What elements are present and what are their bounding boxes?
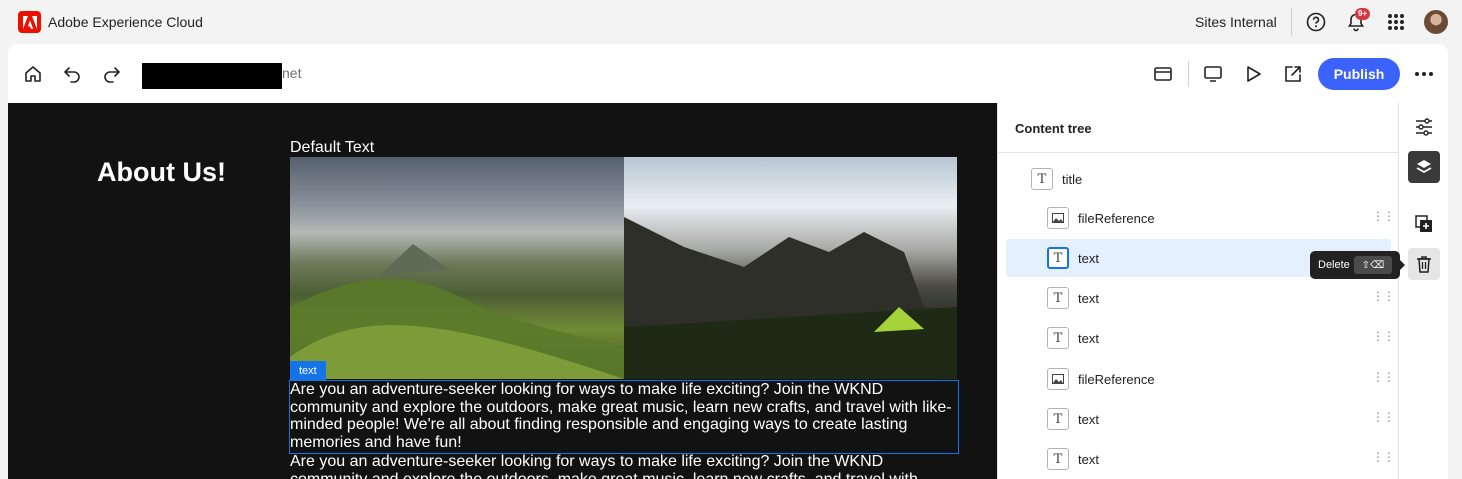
tree-item-filereference[interactable]: fileReference ⋮⋮ bbox=[1006, 360, 1395, 398]
drag-handle-icon[interactable]: ⋮⋮ bbox=[1372, 329, 1395, 343]
shell-bar: Adobe Experience Cloud Sites Internal 9+ bbox=[0, 0, 1462, 44]
text-icon: T bbox=[1047, 327, 1069, 349]
content-tree-layers-icon[interactable] bbox=[1408, 151, 1440, 183]
tree-item-title[interactable]: T title bbox=[1006, 160, 1391, 198]
text-icon: T bbox=[1047, 448, 1069, 470]
tree-item-label: text bbox=[1078, 291, 1099, 306]
tree-item-label: title bbox=[1062, 172, 1083, 187]
tree-item-label: text bbox=[1078, 412, 1099, 427]
editor-window: net Publish About Us! Default Text text … bbox=[8, 44, 1448, 479]
user-avatar[interactable] bbox=[1424, 10, 1448, 34]
editor-toolbar: net Publish bbox=[8, 44, 1448, 103]
properties-sliders-icon[interactable] bbox=[1408, 111, 1440, 143]
text-icon: T bbox=[1047, 287, 1069, 309]
panel-header: Content tree bbox=[998, 103, 1399, 153]
text-icon: T bbox=[1047, 247, 1069, 269]
image-icon bbox=[1047, 368, 1069, 390]
text-icon: T bbox=[1047, 408, 1069, 430]
tree-item-text[interactable]: T text ⋮⋮ bbox=[1006, 440, 1395, 478]
delete-tooltip: Delete ⇧⌫ bbox=[1310, 251, 1405, 279]
tree-item-label: text bbox=[1078, 452, 1099, 467]
selected-component-tag: text bbox=[290, 361, 326, 381]
redo-icon[interactable] bbox=[99, 61, 125, 87]
drag-handle-icon[interactable]: ⋮⋮ bbox=[1372, 289, 1395, 303]
selected-text-block[interactable]: Are you an adventure-seeker looking for … bbox=[289, 380, 959, 454]
keyboard-shortcut: ⇧⌫ bbox=[1354, 256, 1392, 274]
app-title[interactable]: Adobe Experience Cloud bbox=[48, 14, 203, 30]
page-canvas: About Us! Default Text text Are you an a… bbox=[8, 103, 997, 479]
org-switcher[interactable]: Sites Internal bbox=[1195, 14, 1277, 30]
drag-handle-icon[interactable]: ⋮⋮ bbox=[1372, 370, 1395, 384]
tree-item-label: text bbox=[1078, 251, 1099, 266]
tree-item-filereference[interactable]: fileReference ⋮⋮ bbox=[1006, 199, 1395, 237]
drag-handle-icon[interactable]: ⋮⋮ bbox=[1372, 209, 1395, 223]
publish-button[interactable]: Publish bbox=[1318, 58, 1400, 90]
toolbar-divider bbox=[1188, 61, 1189, 87]
page-url[interactable]: net bbox=[282, 65, 301, 81]
drag-handle-icon[interactable]: ⋮⋮ bbox=[1372, 450, 1395, 464]
notification-badge: 9+ bbox=[1355, 8, 1371, 20]
tooltip-label: Delete bbox=[1318, 259, 1350, 271]
help-icon[interactable] bbox=[1305, 11, 1327, 33]
text-icon: T bbox=[1031, 168, 1053, 190]
adobe-logo-icon[interactable] bbox=[18, 11, 41, 33]
undo-icon[interactable] bbox=[59, 61, 85, 87]
tree-item-label: fileReference bbox=[1078, 372, 1155, 387]
tree-item-label: text bbox=[1078, 331, 1099, 346]
divider bbox=[1291, 8, 1292, 36]
content-tree-panel: Content tree T title fileReference ⋮⋮ T … bbox=[997, 103, 1399, 479]
image-icon bbox=[1047, 207, 1069, 229]
delete-trash-icon[interactable] bbox=[1408, 248, 1440, 280]
desktop-preview-icon[interactable] bbox=[1200, 61, 1226, 87]
page-heading[interactable]: About Us! bbox=[97, 157, 226, 188]
panel-title: Content tree bbox=[1015, 121, 1092, 136]
home-icon[interactable] bbox=[20, 61, 46, 87]
preview-play-icon[interactable] bbox=[1240, 61, 1266, 87]
add-component-icon[interactable] bbox=[1408, 208, 1440, 240]
tree-item-text[interactable]: T text ⋮⋮ bbox=[1006, 400, 1395, 438]
right-rail bbox=[1398, 103, 1448, 479]
drag-handle-icon[interactable]: ⋮⋮ bbox=[1372, 410, 1395, 424]
more-options-icon[interactable] bbox=[1411, 61, 1437, 87]
layout-icon[interactable] bbox=[1150, 61, 1176, 87]
tree-item-text[interactable]: T text ⋮⋮ bbox=[1006, 319, 1395, 357]
app-switcher-grid-icon[interactable] bbox=[1386, 12, 1406, 32]
text-block[interactable]: Are you an adventure-seeker looking for … bbox=[290, 453, 958, 479]
volcano-landscape-image[interactable] bbox=[290, 157, 624, 379]
tree-item-label: fileReference bbox=[1078, 211, 1155, 226]
open-in-new-icon[interactable] bbox=[1280, 61, 1306, 87]
redacted-url bbox=[142, 63, 282, 89]
default-text[interactable]: Default Text bbox=[290, 139, 374, 157]
tree-item-text[interactable]: T text ⋮⋮ bbox=[1006, 279, 1395, 317]
mountain-camp-image[interactable] bbox=[624, 157, 957, 379]
